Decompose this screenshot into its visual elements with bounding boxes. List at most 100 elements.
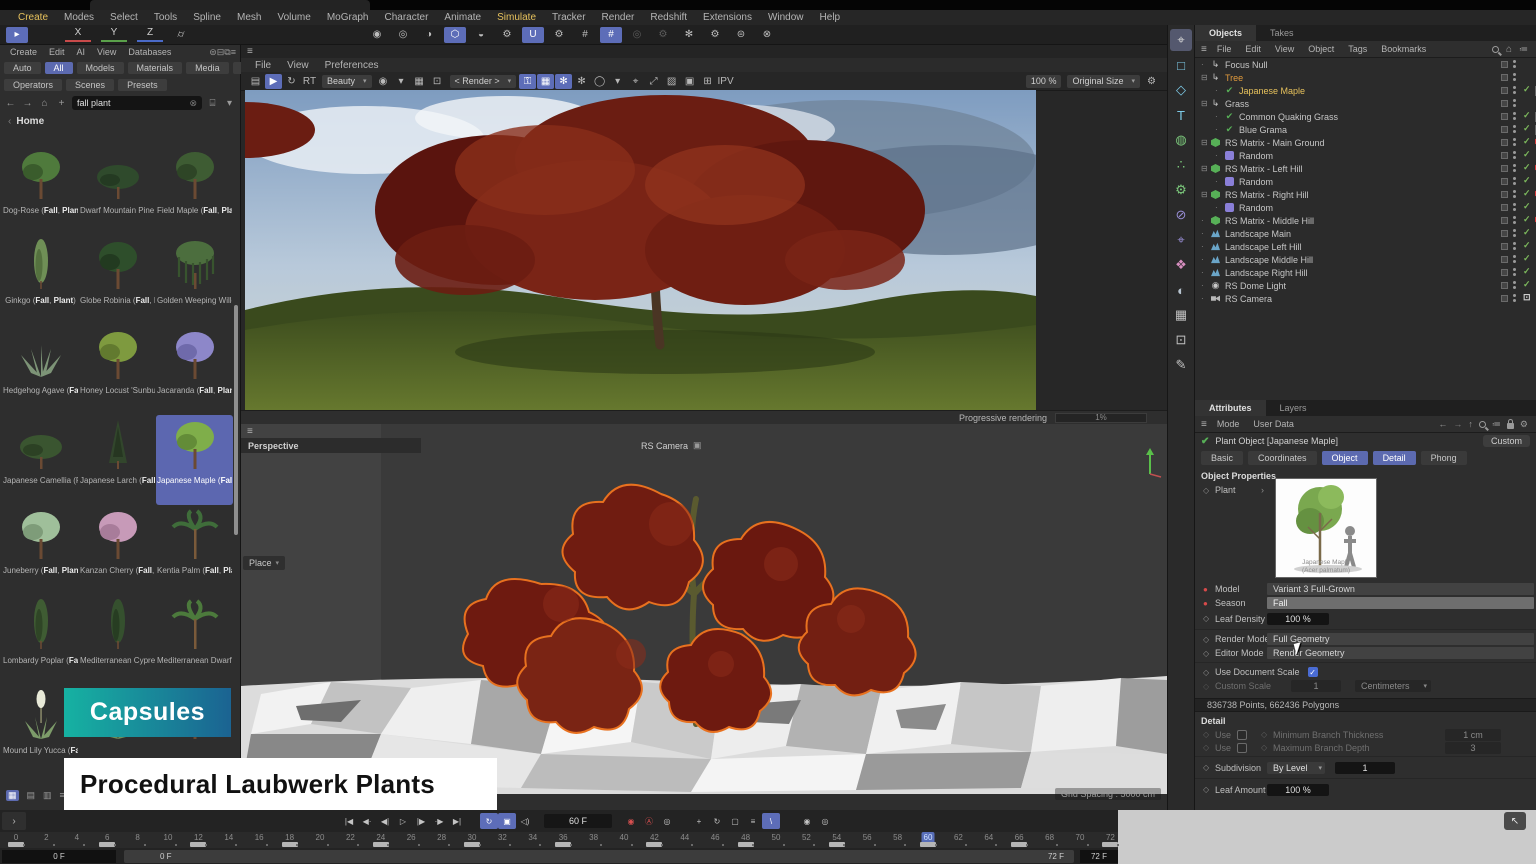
menu-animate[interactable]: Animate	[436, 12, 489, 23]
keyframe-marker[interactable]	[555, 842, 571, 847]
environment-tool-icon[interactable]: ◐	[1170, 279, 1192, 301]
view-mode-icon--[interactable]: ▥	[43, 790, 52, 801]
enabled-check-icon[interactable]: ✓	[1523, 214, 1531, 225]
toolbar-icon--[interactable]: ◎	[626, 27, 648, 43]
asset-item-japanese-larch-fall-pl[interactable]: Japanese Larch (Fall, Pl...	[79, 415, 156, 505]
playback-toggle--[interactable]: ▣	[498, 813, 516, 829]
toolbar-icon--[interactable]: ⊜	[730, 27, 752, 43]
layer-box[interactable]	[1501, 191, 1508, 198]
layer-box[interactable]	[1501, 204, 1508, 211]
toolbar-icon--[interactable]: ✻	[678, 27, 700, 43]
keyframe-marker[interactable]	[99, 842, 115, 847]
model-dropdown[interactable]: Variant 3 Full-Grown	[1267, 583, 1534, 595]
select-tool-icon[interactable]: ▸	[6, 27, 28, 43]
toolbar-icon--[interactable]: ◑	[418, 27, 440, 43]
object-row-landscape-right-hill[interactable]: ·Landscape Right Hill✓⚑	[1195, 266, 1536, 279]
enabled-check-icon[interactable]: ✓	[1523, 110, 1531, 121]
filter-tab-auto[interactable]: Auto	[4, 62, 41, 74]
playback-toggle--[interactable]: ↻	[480, 813, 498, 829]
asset-item-ginkgo-fall-plant[interactable]: Ginkgo (Fall, Plant)	[2, 235, 79, 325]
timeline-corner-icon[interactable]: ↖	[1504, 812, 1526, 830]
asset-item-juneberry-fall-plant[interactable]: Juneberry (Fall, Plant)	[2, 505, 79, 595]
object-row-landscape-left-hill[interactable]: ·Landscape Left Hill✓⚑	[1195, 240, 1536, 253]
menu-tracker[interactable]: Tracker	[544, 12, 594, 23]
layer-box[interactable]	[1501, 178, 1508, 185]
place-tool-chip[interactable]: Place▾	[243, 556, 285, 570]
menu-volume[interactable]: Volume	[269, 12, 318, 23]
visibility-dots[interactable]	[1513, 281, 1516, 284]
attr-menu-mode[interactable]: Mode	[1210, 419, 1247, 429]
object-row-random[interactable]: ·Random✓	[1195, 201, 1536, 214]
axis-toggle-z[interactable]: Z	[137, 27, 163, 42]
editor-mode-dropdown[interactable]: Render Geometry	[1267, 647, 1534, 659]
menu-spline[interactable]: Spline	[185, 12, 229, 23]
object-row-rs-camera[interactable]: ·RS Camera⊡	[1195, 292, 1536, 305]
rv-tool--[interactable]: ▦	[411, 74, 428, 89]
keying-toggle--[interactable]: ▢	[726, 813, 744, 829]
asset-menu-databases[interactable]: Databases	[122, 47, 177, 57]
object-row-rs-matrix-middle-hill[interactable]: ·RS Matrix - Middle Hill✓	[1195, 214, 1536, 227]
section-tab-object[interactable]: Object	[1322, 451, 1368, 465]
rv-tool--[interactable]: ▾	[609, 74, 626, 89]
camera-link-icon[interactable]: ⊡	[1523, 292, 1531, 303]
max-branch-use-checkbox[interactable]: ✓	[1237, 743, 1247, 753]
rv-tool--[interactable]: ⊞	[699, 74, 716, 89]
visibility-dots[interactable]	[1513, 294, 1516, 297]
asset-menu-icon--[interactable]: ⊜	[209, 47, 217, 58]
timeline-scrollbar[interactable]: 0 F72 F	[124, 850, 1074, 863]
toolbar-icon--[interactable]: ⚙	[496, 27, 518, 43]
transport-button--[interactable]: ▷	[394, 813, 412, 829]
toolbar-icon--[interactable]: #	[574, 27, 596, 43]
keyframe-marker[interactable]	[646, 842, 662, 847]
visibility-dots[interactable]	[1513, 112, 1516, 115]
keyframe-dot-icon[interactable]: ●	[1203, 585, 1215, 594]
rv-tool--[interactable]: ⌖	[627, 74, 644, 89]
object-row-blue-grama[interactable]: ·✔Blue Grama✓⚑	[1195, 123, 1536, 136]
zoom-level-field[interactable]: 100 %	[1026, 75, 1062, 88]
toolbar-icon--[interactable]: ⬡	[444, 27, 466, 43]
layer-box[interactable]	[1501, 243, 1508, 250]
custom-button[interactable]: Custom	[1483, 435, 1530, 447]
plant-preview-image[interactable]: Japanese Maple (Acer palmatum)	[1275, 478, 1377, 578]
asset-menu-create[interactable]: Create	[4, 47, 43, 57]
asset-menu-icon--[interactable]: ⊟	[217, 47, 225, 58]
asset-item-japanese-maple-fall[interactable]: Japanese Maple (Fall, ...	[156, 415, 233, 505]
keyframe-marker[interactable]	[1011, 842, 1027, 847]
collapse-icon[interactable]: ⊟	[1201, 190, 1210, 199]
om-menu-object[interactable]: Object	[1301, 44, 1341, 54]
annotate-tool-icon[interactable]: ✎	[1170, 354, 1192, 376]
asset-item-japanese-camellia-fal[interactable]: Japanese Camellia (Fal...	[2, 415, 79, 505]
object-row-rs-matrix-left-hill[interactable]: ⊟RS Matrix - Left Hill✓	[1195, 162, 1536, 175]
forward-icon[interactable]: →	[1453, 419, 1462, 429]
range-end-field[interactable]: 72 F	[1080, 850, 1118, 863]
current-frame-field[interactable]: 60 F	[544, 814, 612, 828]
menu-help[interactable]: Help	[812, 12, 849, 23]
layer-box[interactable]	[1501, 61, 1508, 68]
generator-tool-icon[interactable]: ⚙	[1170, 179, 1192, 201]
enabled-check-icon[interactable]: ✓	[1523, 149, 1531, 160]
record-button--[interactable]: Ⓐ	[640, 813, 658, 829]
playback-toggle--[interactable]: ◁)	[516, 813, 534, 829]
object-row-landscape-middle-hill[interactable]: ·Landscape Middle Hill✓⚑	[1195, 253, 1536, 266]
rv-tool--[interactable]: ◯	[591, 74, 608, 89]
enabled-check-icon[interactable]: ✓	[1523, 266, 1531, 277]
axis-toggle-y[interactable]: Y	[101, 27, 127, 42]
collapse-icon[interactable]: ⊟	[1201, 73, 1210, 82]
rv-tool--[interactable]: ▦	[537, 74, 554, 89]
up-icon[interactable]: ↑	[1468, 419, 1473, 429]
object-row-common-quaking-grass[interactable]: ·✔Common Quaking Grass✓⚑	[1195, 110, 1536, 123]
asset-item-field-maple-fall-plant[interactable]: Field Maple (Fall, Plant)	[156, 145, 233, 235]
deformer-tool-icon[interactable]: ⊘	[1170, 204, 1192, 226]
enabled-check-icon[interactable]: ✓	[1523, 175, 1531, 186]
visibility-dots[interactable]	[1513, 242, 1516, 245]
record-button--[interactable]: ◉	[622, 813, 640, 829]
breadcrumb[interactable]: ‹ Home	[0, 113, 240, 129]
object-row-focus-null[interactable]: ·↳Focus Null	[1195, 58, 1536, 71]
menu-create[interactable]: Create	[10, 12, 56, 23]
camera-label[interactable]: RS Camera▣	[641, 438, 702, 453]
asset-item-dog-rose-fall-plant[interactable]: Dog-Rose (Fall, Plant)	[2, 145, 79, 235]
om-menu-bookmarks[interactable]: Bookmarks	[1374, 44, 1433, 54]
size-dropdown[interactable]: Original Size▾	[1067, 75, 1140, 88]
asset-item-mediterranean-cypres[interactable]: Mediterranean Cypres...	[79, 595, 156, 685]
layer-box[interactable]	[1501, 165, 1508, 172]
